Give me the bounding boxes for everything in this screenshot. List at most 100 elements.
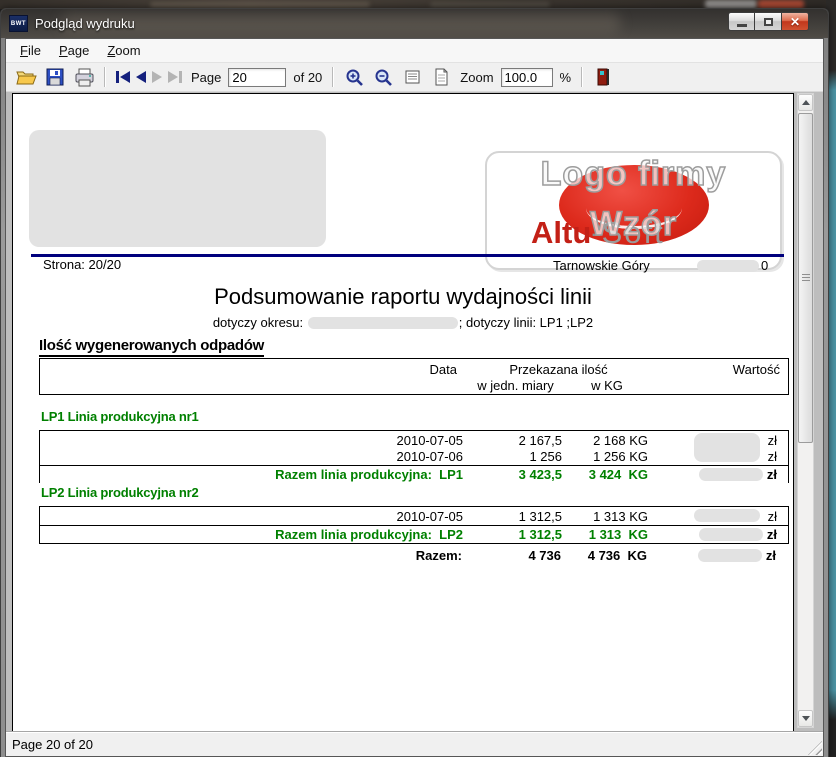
grand-total-qty: 4 736 xyxy=(466,548,563,563)
last-page-button[interactable] xyxy=(168,71,182,83)
redacted-phone xyxy=(697,260,759,272)
row-date: 2010-07-06 xyxy=(40,449,467,464)
group-heading-lp2: LP2 Linia produkcyjna nr2 xyxy=(39,485,789,507)
window-title: Podgląd wydruku xyxy=(35,16,135,31)
save-icon xyxy=(46,68,64,86)
zoom-in-button[interactable] xyxy=(342,66,366,88)
city-label: Tarnowskie Góry xyxy=(553,258,650,273)
total-kg: 3 424 KG xyxy=(564,467,650,482)
next-page-icon xyxy=(152,71,162,83)
first-page-button[interactable] xyxy=(116,71,130,83)
currency-label: zł xyxy=(768,433,777,448)
row-qty: 2 167,5 xyxy=(467,433,564,448)
scrollbar-thumb[interactable] xyxy=(798,113,813,443)
previous-page-button[interactable] xyxy=(136,71,146,83)
report-subtitle: dotyczy okresu: ; dotyczy linii: LP1 ;LP… xyxy=(13,315,793,330)
redacted-address-block xyxy=(29,130,326,247)
col-header-jedn-miary: w jedn. miary xyxy=(467,378,564,393)
app-icon-label: BWT xyxy=(11,21,26,27)
page-label: Page xyxy=(191,70,221,85)
table-row: 2010-07-05 2 167,5 2 168 KG zł xyxy=(40,432,788,448)
toolbar-separator xyxy=(581,67,583,87)
page-width-view-icon xyxy=(404,69,421,86)
exit-button[interactable] xyxy=(591,66,615,88)
titlebar-glass-sheen xyxy=(61,13,621,33)
group-rows-lp2: 2010-07-05 1 312,5 1 313 KG zł xyxy=(39,507,789,526)
vertical-scrollbar[interactable] xyxy=(797,93,814,728)
window-controls: ✕ xyxy=(728,12,809,31)
total-qty: 3 423,5 xyxy=(467,467,564,482)
scroll-down-button[interactable] xyxy=(798,710,813,727)
company-logo-box: Altu-Soft Logo firmy Wzór xyxy=(485,151,782,270)
open-file-icon xyxy=(16,68,37,86)
close-icon: ✕ xyxy=(790,16,800,28)
titlebar[interactable]: BWT Podgląd wydruku ✕ xyxy=(1,9,828,38)
previous-page-icon xyxy=(136,71,146,83)
maximize-button[interactable] xyxy=(755,12,782,31)
app-icon: BWT xyxy=(9,15,28,32)
exit-door-icon xyxy=(597,68,610,86)
group-total-lp1: Razem linia produkcyjna: LP1 3 423,5 3 4… xyxy=(39,466,789,483)
first-page-icon xyxy=(116,71,119,83)
print-preview-window: BWT Podgląd wydruku ✕ File Page Zoom xyxy=(0,8,829,757)
row-kg: 1 256 KG xyxy=(564,449,650,464)
logo-watermark-line2: Wzór xyxy=(487,199,780,249)
zoom-value-input[interactable] xyxy=(501,68,553,87)
toolbar-separator xyxy=(332,67,334,87)
thumb-grip-icon xyxy=(802,274,810,282)
grand-total-label: Razem: xyxy=(39,548,466,563)
zoom-in-icon xyxy=(345,68,364,87)
page-width-view-button[interactable] xyxy=(400,66,424,88)
redacted-value-total-lp1 xyxy=(699,468,763,481)
total-qty: 1 312,5 xyxy=(467,527,564,542)
open-file-button[interactable] xyxy=(14,66,38,88)
report-title: Podsumowanie raportu wydajności linii xyxy=(13,284,793,310)
close-button[interactable]: ✕ xyxy=(782,12,809,31)
print-button[interactable] xyxy=(72,66,96,88)
status-text: Page 20 of 20 xyxy=(12,737,93,752)
page-number-input[interactable] xyxy=(228,68,286,87)
table-header: Data Przekazana ilość Wartość w jedn. mi… xyxy=(39,358,789,395)
logo-watermark-line1: Logo firmy xyxy=(487,149,780,199)
zoom-out-button[interactable] xyxy=(371,66,395,88)
row-kg: 1 313 KG xyxy=(564,509,650,524)
redacted-period xyxy=(308,317,458,329)
group-total-lp2: Razem linia produkcyjna: LP2 1 312,5 1 3… xyxy=(39,526,789,544)
last-page-icon xyxy=(179,71,182,83)
arrow-up-icon xyxy=(802,100,810,105)
col-header-wartosc: Wartość xyxy=(650,362,790,377)
currency-label: zł xyxy=(767,467,777,482)
window-client-area: File Page Zoom xyxy=(5,38,824,757)
logo-watermark-text: Logo firmy Wzór xyxy=(487,149,780,249)
row-date: 2010-07-05 xyxy=(40,509,467,524)
menu-page[interactable]: Page xyxy=(51,41,97,60)
minimize-button[interactable] xyxy=(728,12,755,31)
toolbar-separator xyxy=(104,67,106,87)
zoom-out-icon xyxy=(374,68,393,87)
arrow-down-icon xyxy=(802,716,810,721)
menu-file[interactable]: File xyxy=(12,41,49,60)
toolbar: Page of 20 xyxy=(6,63,823,92)
row-qty: 1 256 xyxy=(467,449,564,464)
currency-label: zł xyxy=(767,527,777,542)
grand-total-row: Razem: 4 736 4 736 KG zł xyxy=(39,547,789,564)
table-row: 2010-07-05 1 312,5 1 313 KG zł xyxy=(40,508,788,524)
total-label: Razem linia produkcyjna: LP1 xyxy=(40,467,467,482)
menu-zoom[interactable]: Zoom xyxy=(99,41,148,60)
next-page-button[interactable] xyxy=(152,71,162,83)
whole-page-view-icon xyxy=(434,68,449,86)
last-page-icon xyxy=(168,71,178,83)
subtitle-suffix: ; dotyczy linii: LP1 ;LP2 xyxy=(459,315,593,330)
page-count-label: of 20 xyxy=(293,70,322,85)
currency-label: zł xyxy=(768,449,777,464)
whole-page-view-button[interactable] xyxy=(429,66,453,88)
resize-grip[interactable] xyxy=(808,741,822,755)
section-heading: Ilość wygenerowanych odpadów xyxy=(39,337,264,357)
row-qty: 1 312,5 xyxy=(467,509,564,524)
city-suffix: 0 xyxy=(761,258,768,273)
maximize-icon xyxy=(764,18,773,26)
save-button[interactable] xyxy=(43,66,67,88)
grand-total-kg: 4 736 KG xyxy=(563,548,649,563)
first-page-icon xyxy=(120,71,130,83)
scroll-up-button[interactable] xyxy=(798,94,813,111)
